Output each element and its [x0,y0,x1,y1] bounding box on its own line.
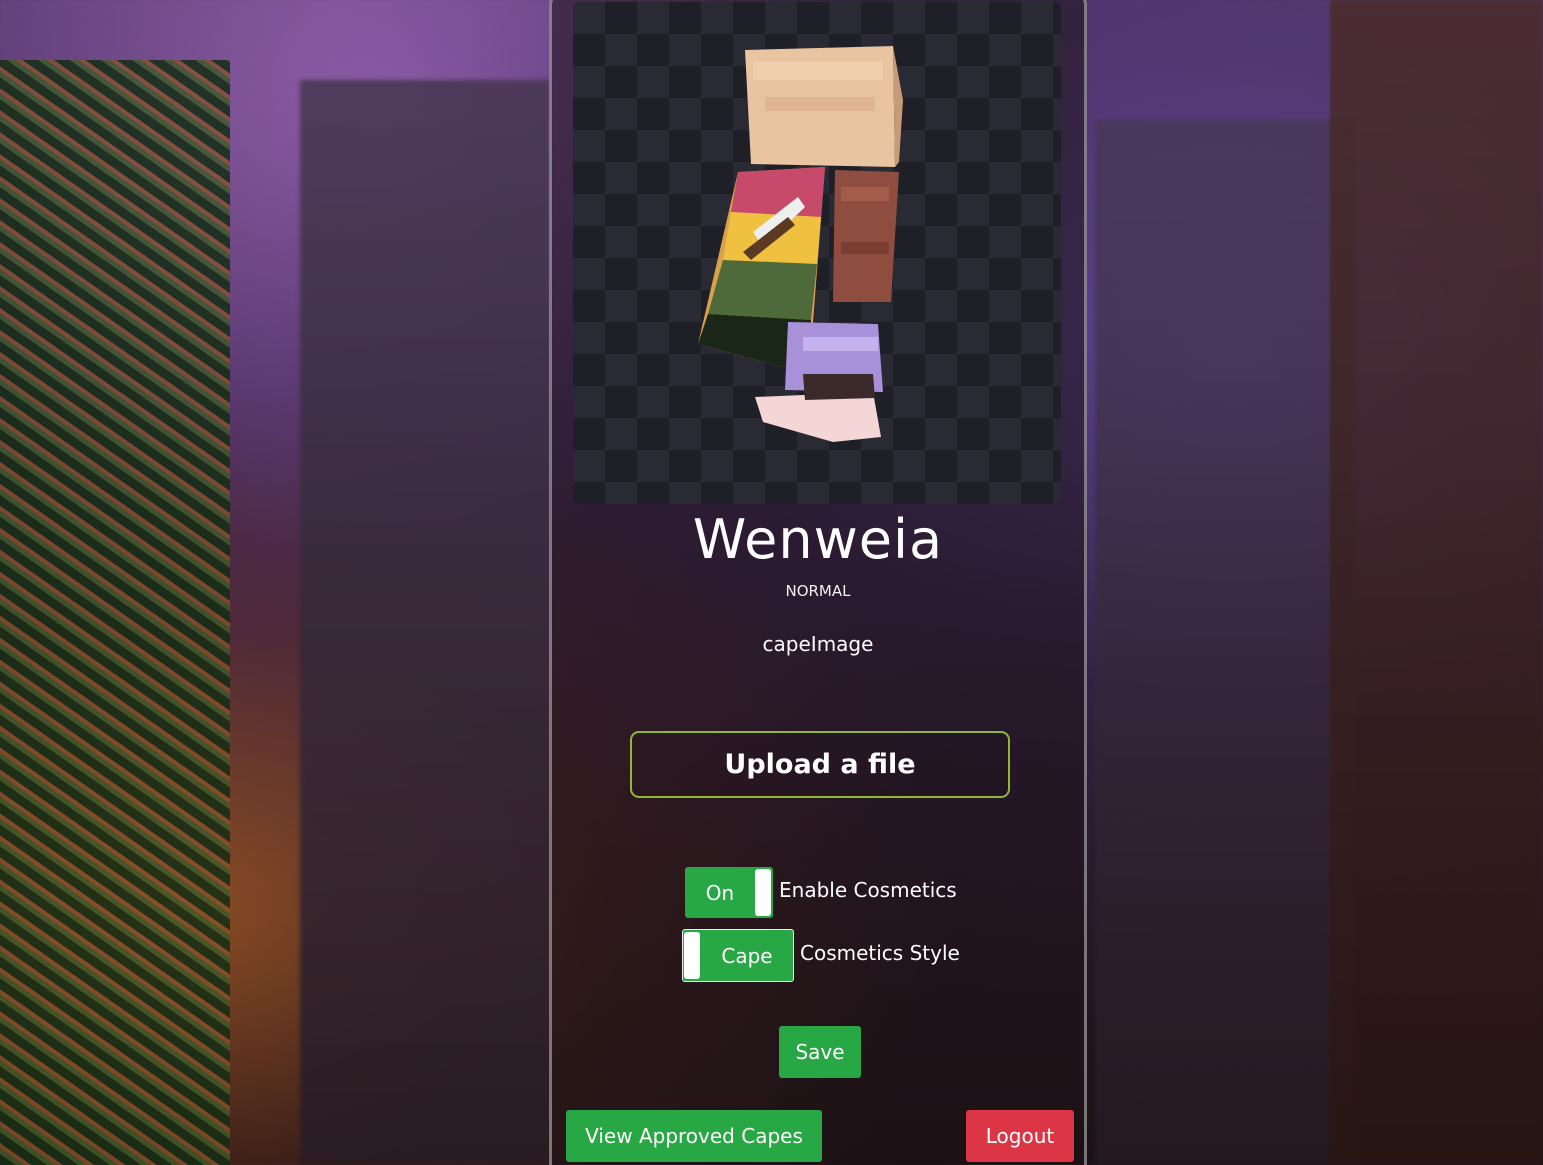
upload-file-button[interactable]: Upload a file [630,731,1010,798]
cape-image-label: capeImage [762,632,874,656]
toggle-state-label: On [705,880,735,905]
skin-preview[interactable] [573,2,1061,504]
cosmetics-style-toggle[interactable]: Cape [682,929,794,982]
view-approved-capes-button[interactable]: View Approved Capes [566,1110,822,1162]
cosmetics-style-label: Cosmetics Style [800,941,960,965]
player-username: Wenweia [692,508,944,571]
background-tower-left [300,80,550,1165]
logout-button[interactable]: Logout [966,1110,1074,1162]
toggle-knob [755,869,771,916]
player-skin-render [698,46,903,442]
save-button[interactable]: Save [779,1026,861,1078]
background-roof-right [1330,0,1543,1165]
enable-cosmetics-toggle[interactable]: On [685,867,773,918]
background-tower-right [1095,120,1355,1165]
player-rank-label: NORMAL [785,582,851,600]
toggle-state-label: Cape [721,943,773,968]
enable-cosmetics-label: Enable Cosmetics [779,878,957,902]
background-foliage [0,60,230,1165]
toggle-knob [684,932,700,979]
